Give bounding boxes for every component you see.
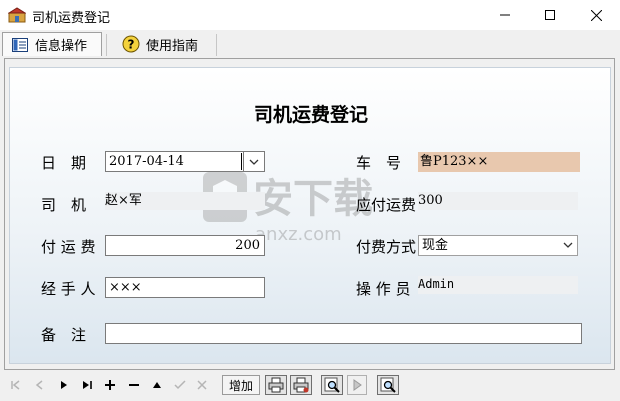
svg-text:?: ? [128, 38, 135, 52]
add-record-icon[interactable] [103, 375, 117, 395]
date-picker[interactable]: 2017-04-14 [105, 151, 265, 172]
minimize-button[interactable] [482, 0, 528, 30]
driver-value: 赵×军 [105, 193, 142, 208]
form-panel: 安下载 anxz.com 司机运费登记 日 期 2017-04-14 司 机 赵… [9, 67, 611, 364]
close-icon [590, 9, 602, 21]
handler-input[interactable]: ××× [105, 277, 265, 298]
svg-text:安下载: 安下载 [253, 176, 373, 222]
svg-text:anxz.com: anxz.com [255, 224, 342, 245]
plate-value: 鲁P123×× [420, 154, 489, 169]
date-label: 日 期 [41, 154, 87, 172]
maximize-button[interactable] [527, 0, 573, 30]
close-button[interactable] [573, 0, 619, 30]
chevron-down-icon [563, 236, 573, 255]
payable-label: 应付运费 [356, 196, 417, 214]
pay-method-select[interactable]: 现金 [418, 235, 578, 256]
pay-method-label: 付费方式 [356, 238, 417, 256]
tab-info-operation[interactable]: 信息操作 [2, 32, 102, 56]
operator-field[interactable]: Admin [418, 276, 578, 294]
form-title: 司机运费登记 [253, 104, 368, 126]
freight-input[interactable]: 200 [105, 235, 265, 256]
cancel-record-icon[interactable] [195, 375, 209, 395]
operator-value: Admin [418, 277, 455, 291]
maximize-icon [545, 10, 555, 20]
date-value: 2017-04-14 [109, 154, 184, 169]
first-record-icon[interactable] [9, 375, 23, 395]
help-question-icon: ? [122, 35, 140, 53]
save-record-icon[interactable] [173, 375, 187, 395]
title-bar: 司机运费登记 [0, 0, 620, 31]
tab-user-guide-label: 使用指南 [146, 38, 199, 54]
remark-label: 备 注 [41, 326, 87, 344]
plate-label: 车 号 [356, 154, 402, 172]
info-book-icon [11, 36, 29, 54]
minimize-icon [500, 14, 510, 16]
tab-info-operation-label: 信息操作 [35, 39, 88, 54]
bottom-toolbar: 增加 [0, 372, 620, 398]
remark-input[interactable] [105, 323, 582, 344]
chevron-down-icon [249, 159, 259, 165]
delete-record-icon[interactable] [127, 375, 141, 395]
search-icon[interactable] [321, 375, 343, 395]
freight-label: 付 运 费 [41, 238, 96, 256]
handler-label: 经 手 人 [41, 280, 96, 298]
date-dropdown-button[interactable] [243, 152, 264, 171]
pay-method-value: 现金 [422, 238, 449, 253]
find-icon[interactable] [377, 375, 399, 395]
text-cursor [241, 153, 242, 170]
print-icon[interactable] [265, 375, 287, 395]
print-preview-icon[interactable] [290, 375, 312, 395]
plate-field[interactable]: 鲁P123×× [418, 152, 580, 172]
tab-bar: 信息操作 ? 使用指南 [0, 30, 620, 58]
handler-value: ××× [109, 280, 142, 295]
payable-field[interactable]: 300 [418, 192, 578, 210]
last-record-icon[interactable] [80, 375, 94, 395]
driver-field[interactable]: 赵×军 [105, 192, 265, 210]
edit-record-icon[interactable] [150, 375, 164, 395]
operator-label: 操 作 员 [356, 280, 411, 298]
window-title: 司机运费登记 [32, 11, 111, 26]
freight-value: 200 [235, 238, 260, 253]
add-button[interactable]: 增加 [222, 375, 260, 395]
payable-value: 300 [418, 193, 443, 208]
app-icon [7, 7, 27, 23]
run-icon[interactable] [347, 375, 367, 395]
driver-label: 司 机 [41, 196, 87, 214]
tab-user-guide[interactable]: ? 使用指南 [114, 32, 214, 56]
next-record-icon[interactable] [57, 375, 71, 395]
prev-record-icon[interactable] [33, 375, 47, 395]
